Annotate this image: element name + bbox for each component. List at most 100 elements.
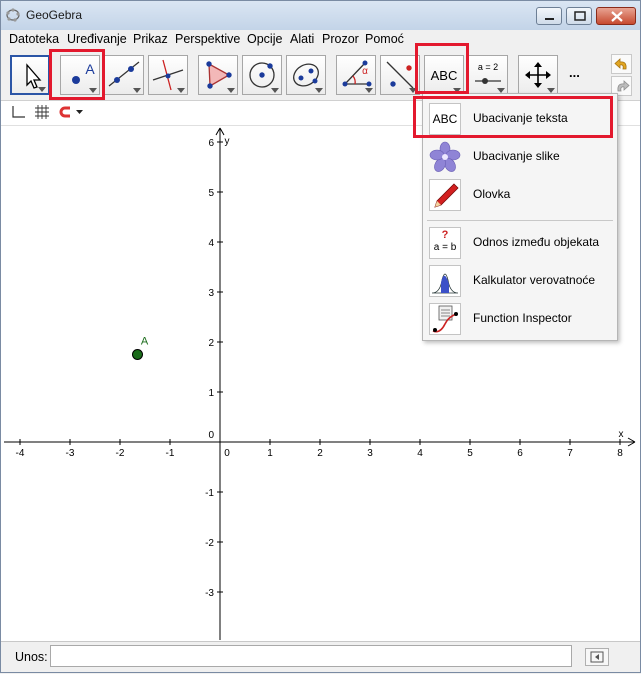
undo-icon bbox=[614, 58, 627, 70]
circle-tool[interactable] bbox=[242, 55, 282, 95]
menu-prikaz[interactable]: Prikaz bbox=[133, 32, 168, 46]
x-tick-label: 8 bbox=[617, 448, 623, 459]
dropdown-item-probability[interactable]: Kalkulator verovatnoće bbox=[423, 262, 617, 300]
x-axis-label: x bbox=[619, 429, 624, 440]
x-tick-label: 4 bbox=[417, 448, 423, 459]
angle-tool[interactable]: α bbox=[336, 55, 376, 95]
dropdown-item-label: Function Inspector bbox=[473, 311, 572, 325]
dropdown-item-label: Ubacivanje slike bbox=[473, 149, 560, 163]
dropdown-item-relation[interactable]: ? a = b Odnos između objekata bbox=[423, 224, 617, 262]
perpendicular-tool[interactable] bbox=[148, 55, 188, 95]
menu-alati[interactable]: Alati bbox=[290, 32, 314, 46]
relation-icon-question: ? bbox=[441, 229, 449, 241]
chevron-down-icon[interactable] bbox=[74, 104, 90, 120]
x-tick-label: -4 bbox=[16, 448, 25, 459]
magnet-icon[interactable] bbox=[58, 104, 74, 120]
y-tick-label: -2 bbox=[205, 538, 214, 549]
text-icon-label: ABC bbox=[432, 112, 458, 126]
x-tick-label: 2 bbox=[317, 448, 323, 459]
point-tool[interactable]: A bbox=[60, 55, 100, 95]
image-flower-icon bbox=[429, 141, 461, 173]
y-tick-label: 1 bbox=[208, 388, 214, 399]
chevron-down-icon bbox=[227, 88, 235, 93]
chevron-down-icon bbox=[271, 88, 279, 93]
polygon-tool[interactable] bbox=[198, 55, 238, 95]
menu-datoteka[interactable]: Datoteka bbox=[9, 32, 59, 46]
y-tick-label: 5 bbox=[208, 188, 214, 199]
y-tick-label: 2 bbox=[208, 338, 214, 349]
input-help-icon bbox=[590, 651, 604, 663]
point-a bbox=[132, 349, 143, 360]
grid-icon[interactable] bbox=[34, 104, 50, 120]
dropdown-item-label: Olovka bbox=[473, 187, 511, 201]
chevron-down-icon bbox=[315, 88, 323, 93]
relation-icon: ? a = b bbox=[429, 227, 461, 259]
dropdown-item-image[interactable]: Ubacivanje slike bbox=[423, 138, 617, 176]
menu-perspektive[interactable]: Perspektive bbox=[175, 32, 240, 46]
conic-tool[interactable] bbox=[286, 55, 326, 95]
move-graphics-tool[interactable] bbox=[518, 55, 558, 95]
function-inspector-icon bbox=[429, 303, 461, 335]
title-bar: GeoGebra bbox=[0, 0, 641, 31]
menu-prozor[interactable]: Prozor bbox=[322, 32, 359, 46]
reflect-tool[interactable] bbox=[380, 55, 420, 95]
y-tick-label: 4 bbox=[208, 238, 214, 249]
x-tick-label: 0 bbox=[224, 448, 230, 459]
maximize-button[interactable] bbox=[566, 7, 592, 25]
y-axis-label: y bbox=[225, 136, 230, 147]
x-tick-label: 3 bbox=[367, 448, 373, 459]
dropdown-item-pen[interactable]: Olovka bbox=[423, 176, 617, 214]
chevron-down-icon bbox=[38, 87, 46, 92]
minimize-button[interactable] bbox=[536, 7, 562, 25]
dropdown-item-label: Odnos između objekata bbox=[473, 235, 600, 249]
chevron-down-icon bbox=[177, 88, 185, 93]
dropdown-item-label: Ubacivanje teksta bbox=[473, 111, 568, 125]
text-tool-dropdown: ABC Ubacivanje teksta Ubacivanje slike O… bbox=[422, 93, 618, 341]
input-help-button[interactable] bbox=[585, 648, 609, 666]
y-tick-label: -1 bbox=[205, 488, 214, 499]
x-tick-label: -2 bbox=[116, 448, 125, 459]
menu-opcije[interactable]: Opcije bbox=[247, 32, 282, 46]
menu-bar: Datoteka Uređivanje Prikaz Perspektive O… bbox=[0, 30, 641, 50]
text-icon: ABC bbox=[429, 103, 461, 135]
y-tick-label: -3 bbox=[205, 588, 214, 599]
probability-curve-icon bbox=[429, 265, 461, 297]
dropdown-item-label: Kalkulator verovatnoće bbox=[473, 273, 596, 287]
input-label: Unos: bbox=[15, 650, 48, 664]
x-tick-label: -3 bbox=[66, 448, 75, 459]
geogebra-logo-icon bbox=[6, 8, 20, 22]
x-tick-label: -1 bbox=[166, 448, 175, 459]
x-tick-label: 1 bbox=[267, 448, 273, 459]
chevron-down-icon bbox=[89, 88, 97, 93]
y-tick-label: 0 bbox=[208, 430, 214, 441]
pen-icon bbox=[429, 179, 461, 211]
menu-pomoc[interactable]: Pomoć bbox=[365, 32, 404, 46]
text-tool[interactable]: ABC bbox=[424, 55, 464, 95]
slider-tool[interactable]: a = 2 bbox=[468, 55, 508, 95]
input-field[interactable] bbox=[50, 645, 572, 667]
x-tick-label: 7 bbox=[567, 448, 573, 459]
dropdown-item-function-inspector[interactable]: Function Inspector bbox=[423, 300, 617, 338]
text-tool-label: ABC bbox=[430, 68, 458, 83]
window-title: GeoGebra bbox=[26, 8, 83, 22]
undo-button[interactable] bbox=[611, 54, 632, 74]
more-tools-button[interactable]: ... bbox=[569, 65, 580, 80]
axes-icon[interactable] bbox=[10, 104, 26, 120]
chevron-down-icon bbox=[409, 88, 417, 93]
input-bar: Unos: bbox=[0, 641, 641, 674]
chevron-down-icon bbox=[365, 88, 373, 93]
close-icon bbox=[611, 11, 623, 22]
y-tick-label: 3 bbox=[208, 288, 214, 299]
chevron-down-icon bbox=[133, 88, 141, 93]
angle-tool-label: α bbox=[362, 66, 368, 77]
dropdown-item-text[interactable]: ABC Ubacivanje teksta bbox=[423, 100, 617, 138]
x-tick-label: 6 bbox=[517, 448, 523, 459]
x-tick-label: 5 bbox=[467, 448, 473, 459]
line-tool[interactable] bbox=[104, 55, 144, 95]
move-tool[interactable] bbox=[10, 55, 50, 95]
dropdown-divider bbox=[427, 220, 613, 221]
close-button[interactable] bbox=[596, 7, 636, 25]
menu-uredjivanje[interactable]: Uređivanje bbox=[67, 32, 127, 46]
point-a-label: A bbox=[141, 336, 149, 348]
relation-icon-equation: a = b bbox=[433, 242, 457, 253]
